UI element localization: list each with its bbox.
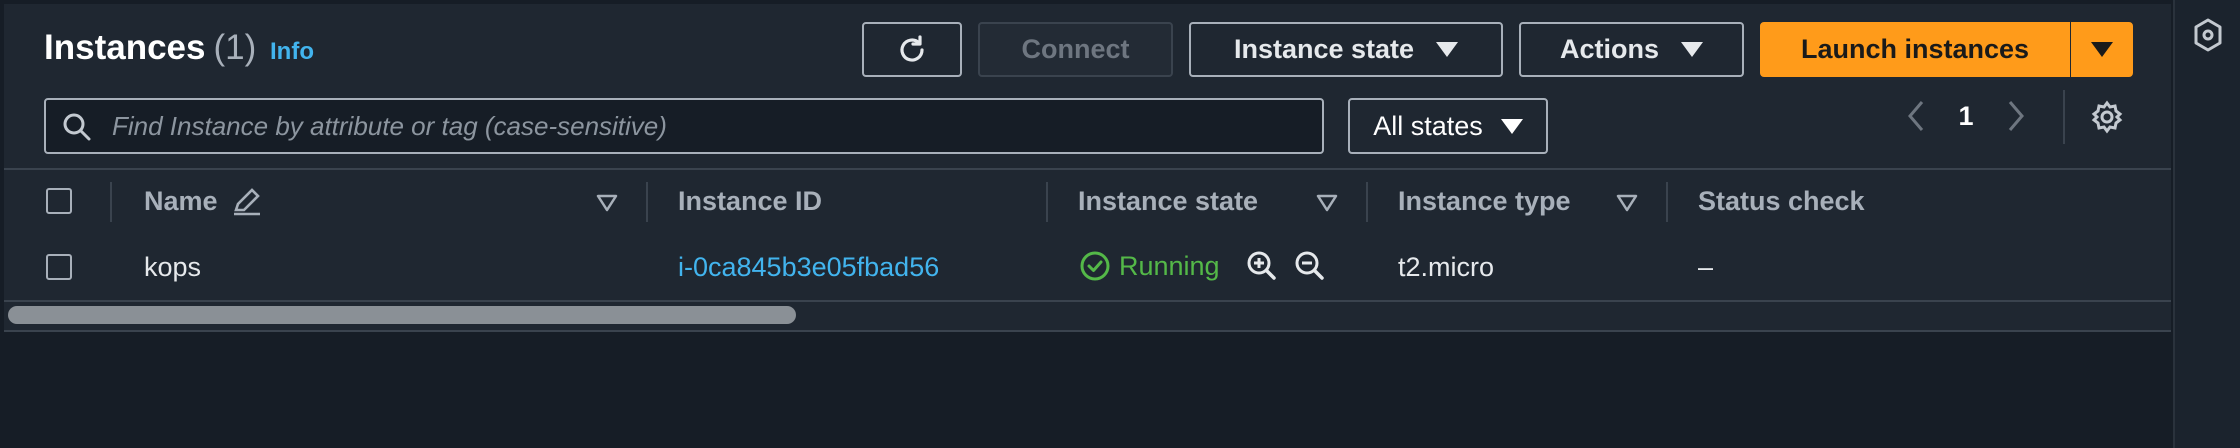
actions-button[interactable]: Actions xyxy=(1519,22,1744,77)
instance-name: kops xyxy=(144,252,202,282)
check-circle-icon xyxy=(1080,251,1110,281)
sort-icon[interactable] xyxy=(1616,194,1638,212)
caret-down-icon xyxy=(1500,118,1523,134)
status-check: – xyxy=(1698,252,1714,282)
connect-button[interactable]: Connect xyxy=(978,22,1173,77)
instance-count: (1) xyxy=(213,28,257,67)
page-title: Instances (1) xyxy=(44,28,257,67)
select-all-checkbox[interactable] xyxy=(46,188,72,214)
caret-down-icon xyxy=(1436,42,1459,57)
current-page[interactable]: 1 xyxy=(1936,101,1996,132)
column-header-instance-id[interactable]: Instance ID xyxy=(678,186,822,217)
row-checkbox[interactable] xyxy=(46,254,72,280)
instance-type: t2.micro xyxy=(1398,252,1495,282)
next-page-icon[interactable] xyxy=(1996,96,2036,136)
zoom-out-icon[interactable] xyxy=(1294,250,1326,282)
sort-icon[interactable] xyxy=(1316,194,1338,212)
launch-instances-button[interactable]: Launch instances xyxy=(1760,22,2070,77)
table-header: Name Instance ID Instance state Instance… xyxy=(4,168,2171,236)
instance-state-running: Running xyxy=(1079,250,1220,282)
search-input[interactable] xyxy=(110,109,1322,143)
caret-down-icon xyxy=(2091,42,2113,57)
table-row[interactable]: kops i-0ca845b3e05fbad56 Running t2.micr… xyxy=(4,234,2171,302)
column-header-instance-type[interactable]: Instance type xyxy=(1398,186,1571,217)
search-box xyxy=(44,98,1324,154)
hexagon-icon[interactable] xyxy=(2193,18,2223,52)
previous-page-icon[interactable] xyxy=(1896,96,1936,136)
pagination: 1 xyxy=(1896,96,2036,136)
info-link[interactable]: Info xyxy=(270,38,314,66)
right-side-panel xyxy=(2173,0,2240,448)
edit-pencil-icon xyxy=(234,188,260,216)
state-filter-select[interactable]: All states xyxy=(1348,98,1548,154)
launch-dropdown-button[interactable] xyxy=(2071,22,2133,77)
column-header-instance-state[interactable]: Instance state xyxy=(1078,186,1258,217)
search-icon xyxy=(63,113,91,141)
sort-icon[interactable] xyxy=(596,194,618,212)
gear-icon[interactable] xyxy=(2090,100,2124,134)
caret-down-icon xyxy=(1681,42,1703,57)
zoom-in-icon[interactable] xyxy=(1246,250,1278,282)
column-header-name[interactable]: Name xyxy=(144,186,218,217)
instance-state-button[interactable]: Instance state xyxy=(1189,22,1503,77)
column-header-status-check[interactable]: Status check xyxy=(1698,186,1865,217)
refresh-icon xyxy=(900,34,924,62)
horizontal-scrollbar[interactable] xyxy=(8,306,796,324)
instance-id-link[interactable]: i-0ca845b3e05fbad56 xyxy=(678,252,939,283)
divider xyxy=(2063,90,2065,144)
refresh-button[interactable] xyxy=(862,22,962,77)
